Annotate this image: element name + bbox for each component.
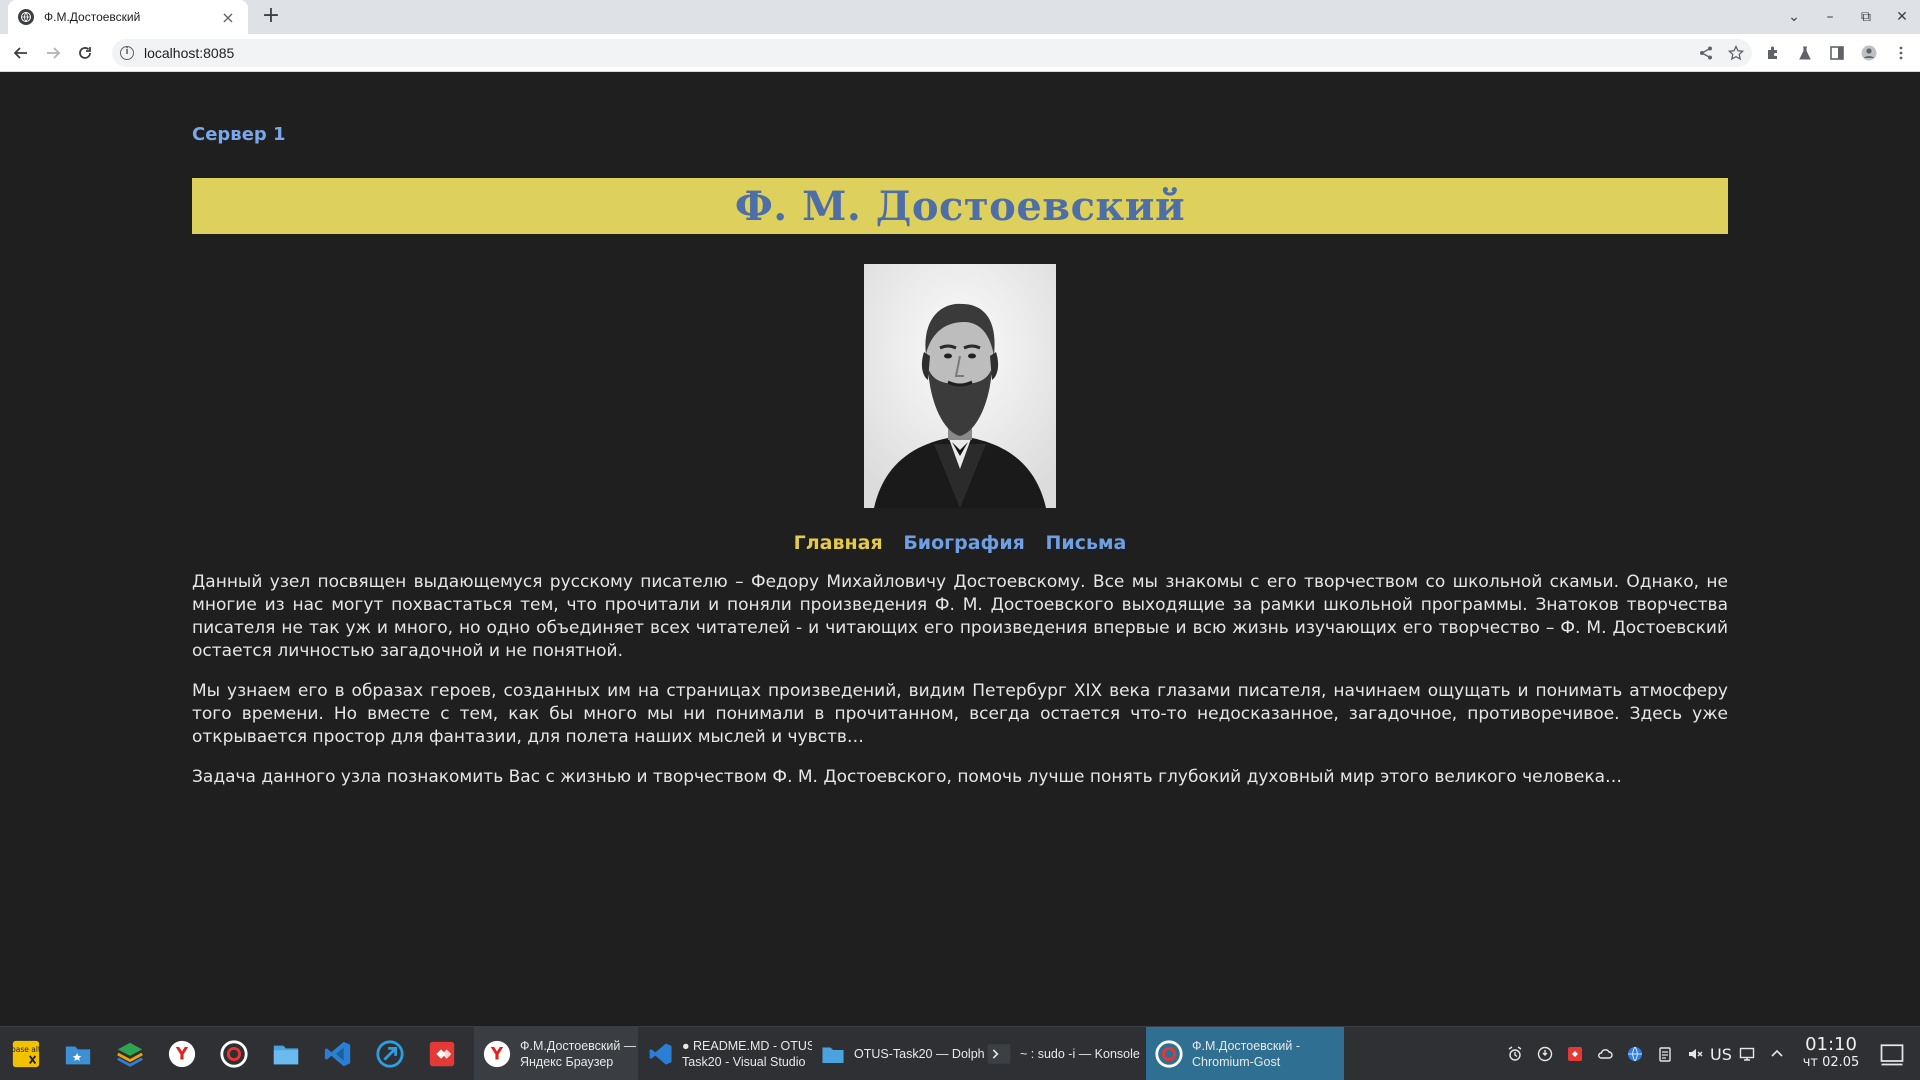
nav-link-biography[interactable]: Биография (903, 532, 1025, 554)
window-controls: ⌄ – ⧉ ✕ (1776, 0, 1920, 34)
volume-muted-icon[interactable] (1686, 1045, 1704, 1063)
share-icon[interactable] (1696, 43, 1716, 63)
page-title: Ф. М. Достоевский (734, 182, 1186, 230)
main-content: Данный узел посвящен выдающемуся русском… (192, 571, 1728, 806)
task-yandex-browser[interactable]: Y Ф.М.Достоевский — Яндекс Браузер (474, 1027, 638, 1080)
purpose-paragraph: Задача данного узла познакомить Вас с жи… (192, 767, 1623, 787)
site-info-icon[interactable]: i (120, 46, 134, 60)
globe-icon (18, 9, 34, 25)
main-navigation: Главная Биография Письма (0, 532, 1920, 554)
nav-link-letters[interactable]: Письма (1046, 532, 1127, 554)
alarm-icon[interactable] (1506, 1045, 1524, 1063)
svg-text:base alt: base alt (11, 1045, 41, 1054)
clock-date: чт 02.05 (1802, 1055, 1860, 1070)
chevron-up-icon[interactable] (1768, 1045, 1786, 1063)
back-button[interactable] (8, 40, 34, 66)
title-banner: Ф. М. Достоевский (192, 178, 1728, 234)
arrow-right-icon (47, 47, 61, 59)
clock-time: 01:10 (1805, 1034, 1857, 1055)
task-konsole[interactable]: ~ : sudo -i — Konsole (978, 1027, 1148, 1080)
remote-desktop-icon[interactable] (374, 1038, 406, 1070)
vscode-icon[interactable] (322, 1038, 354, 1070)
app-launcher-button[interactable]: base alt (10, 1038, 42, 1070)
task-vscode[interactable]: ● README.MD - OTUS- Task20 - Visual Stud… (640, 1027, 820, 1080)
anydesk-tray-icon[interactable] (1566, 1045, 1584, 1063)
extensions-icon[interactable] (1760, 40, 1786, 66)
chromium-gost-icon[interactable] (218, 1038, 250, 1070)
server-label: Сервер 1 (192, 124, 286, 145)
clipboard-icon[interactable] (1656, 1045, 1674, 1063)
forward-button[interactable] (40, 40, 66, 66)
minimize-button[interactable]: – (1812, 9, 1848, 25)
web-page: Сервер 1 Ф. М. Достоевский Главная Биогр… (0, 72, 1920, 1026)
dostoevsky-portrait-image (864, 264, 1056, 508)
display-icon[interactable] (1738, 1045, 1756, 1063)
anydesk-icon[interactable] (426, 1038, 458, 1070)
task-label: ● README.MD - OTUS- Task20 - Visual Stud… (682, 1039, 812, 1069)
task-label: OTUS-Task20 — Dolphin (854, 1047, 984, 1061)
browser-toolbar: i localhost:8085 (0, 34, 1920, 72)
network-globe-icon[interactable] (1626, 1045, 1644, 1063)
close-tab-icon[interactable]: × (218, 8, 238, 27)
close-window-button[interactable]: ✕ (1884, 9, 1920, 25)
reload-button[interactable] (72, 40, 98, 66)
heroes-paragraph: Мы узнаем его в образах героев, созданны… (192, 681, 1728, 747)
files-folder-icon[interactable] (62, 1038, 94, 1070)
show-desktop-icon[interactable] (1876, 1038, 1908, 1070)
yandex-browser-icon[interactable]: Y (166, 1038, 198, 1070)
yandex-browser-icon: Y (483, 1040, 511, 1068)
task-label: ~ : sudo -i — Konsole (1020, 1047, 1140, 1061)
dolphin-icon (822, 1047, 844, 1063)
profile-avatar-icon[interactable] (1856, 40, 1882, 66)
vscode-icon (649, 1043, 672, 1065)
file-manager-icon[interactable] (270, 1038, 302, 1070)
nav-link-home[interactable]: Главная (794, 532, 883, 554)
svg-text:Y: Y (490, 1044, 504, 1064)
svg-text:Y: Y (175, 1044, 189, 1064)
task-dolphin[interactable]: OTUS-Task20 — Dolphin (812, 1027, 992, 1080)
taskbar: base alt Y Y Ф.М.Достоевский — Яндекс Бр… (0, 1026, 1920, 1080)
layers-app-icon[interactable] (114, 1038, 146, 1070)
clock[interactable]: 01:10 чт 02.05 (1796, 1035, 1866, 1071)
task-label: Ф.М.Достоевский - Chromium-Gost (1192, 1039, 1300, 1069)
browser-tab[interactable]: Ф.М.Достоевский × (8, 0, 248, 34)
url-text[interactable]: localhost:8085 (144, 45, 234, 61)
labs-flask-icon[interactable] (1792, 40, 1818, 66)
bookmark-star-icon[interactable] (1726, 43, 1746, 63)
menu-kebab-icon[interactable] (1888, 40, 1914, 66)
task-chromium-gost[interactable]: Ф.М.Достоевский - Chromium-Gost (1146, 1027, 1344, 1080)
intro-paragraph: Данный узел посвящен выдающемуся русском… (192, 572, 1728, 661)
tab-search-icon[interactable]: ⌄ (1776, 9, 1812, 25)
konsole-icon (987, 1044, 1011, 1064)
browser-tab-strip: Ф.М.Достоевский × + ⌄ – ⧉ ✕ (0, 0, 1920, 34)
system-tray: US (1500, 1027, 1792, 1080)
task-label: Ф.М.Достоевский — Яндекс Браузер (520, 1039, 637, 1069)
keyboard-layout-indicator[interactable]: US (1710, 1045, 1732, 1064)
update-icon[interactable] (1536, 1045, 1554, 1063)
new-tab-button[interactable]: + (258, 4, 284, 30)
chromium-gost-icon (1155, 1040, 1183, 1068)
side-panel-icon[interactable] (1824, 40, 1850, 66)
address-bar[interactable]: i localhost:8085 (112, 39, 1752, 67)
cloud-icon[interactable] (1596, 1045, 1614, 1063)
arrow-left-icon (13, 47, 27, 59)
reload-icon (79, 47, 91, 59)
restore-button[interactable]: ⧉ (1848, 9, 1884, 25)
tab-title: Ф.М.Достоевский (44, 10, 141, 24)
